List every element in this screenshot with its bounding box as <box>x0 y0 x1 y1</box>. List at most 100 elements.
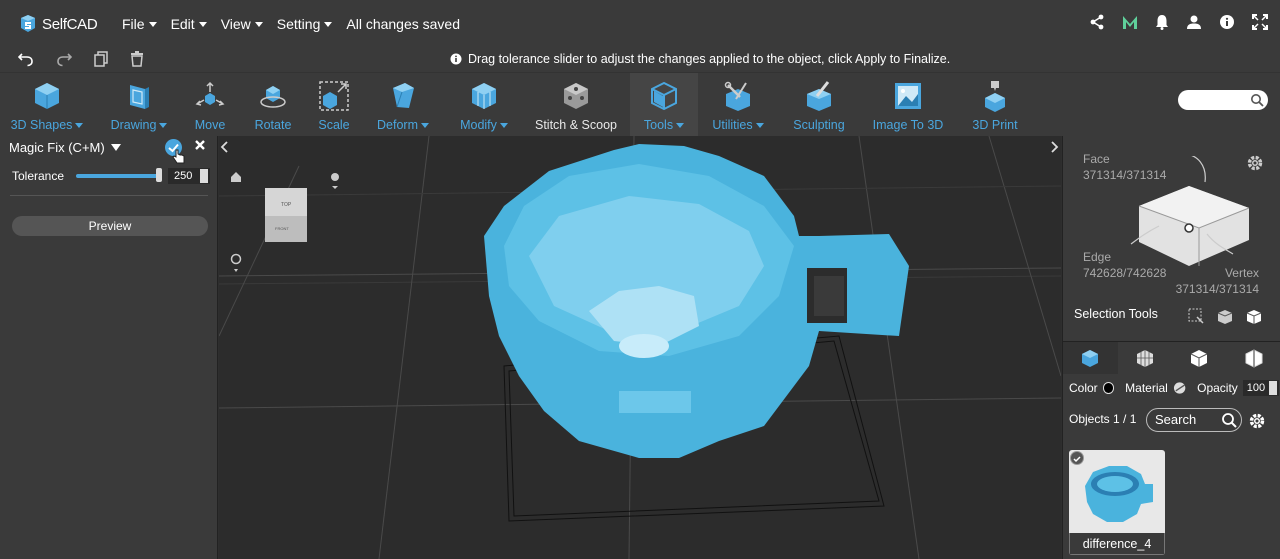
tolerance-slider-track[interactable] <box>76 174 160 178</box>
3d-print-icon <box>985 81 1005 112</box>
tool-utilities[interactable]: Utilities <box>708 73 768 137</box>
chevron-down-icon <box>75 122 84 128</box>
tab-face-mode[interactable] <box>1172 342 1227 374</box>
chevron-down-icon <box>755 122 764 128</box>
menu-view[interactable]: View <box>221 16 263 32</box>
color-swatch[interactable] <box>1102 382 1115 394</box>
selection-cube-diagram <box>1130 156 1250 266</box>
undo-icon[interactable] <box>18 51 34 67</box>
search-icon[interactable] <box>1250 93 1264 107</box>
toolbar-search-input[interactable] <box>1186 90 1256 110</box>
collapse-left-icon[interactable] <box>220 141 229 153</box>
tool-3d-shapes[interactable]: 3D Shapes <box>8 73 86 137</box>
tool-stitch-scoop[interactable]: Stitch & Scoop <box>530 73 622 137</box>
magic-fix-panel: Magic Fix (C+M) Tolerance 250 Preview <box>0 136 218 559</box>
panel-title[interactable]: Magic Fix (C+M) <box>9 140 121 155</box>
object-select-icon[interactable] <box>1245 308 1263 324</box>
tolerance-slider-handle[interactable] <box>156 168 162 182</box>
logo-text: SelfCAD <box>42 15 98 33</box>
share-icon[interactable] <box>1089 14 1105 30</box>
tool-deform[interactable]: Deform <box>370 73 436 137</box>
hand-cursor-icon <box>172 149 185 164</box>
box-select-icon[interactable] <box>1188 308 1204 324</box>
opacity-label: Opacity <box>1197 381 1238 395</box>
hint-message: Drag tolerance slider to adjust the chan… <box>450 52 950 66</box>
tab-mesh-mode[interactable] <box>1118 342 1173 374</box>
paint-select-icon[interactable] <box>1216 308 1234 324</box>
objects-count: Objects 1 / 1 <box>1069 412 1137 426</box>
tool-image-to-3d[interactable]: Image To 3D <box>866 73 950 137</box>
material-label: Material <box>1125 381 1168 395</box>
bell-icon[interactable] <box>1155 14 1169 30</box>
drawing-icon <box>130 85 149 109</box>
compass-icon[interactable] <box>230 253 242 273</box>
tool-3d-print[interactable]: 3D Print <box>964 73 1026 137</box>
fullscreen-icon[interactable] <box>1252 14 1268 30</box>
object-card[interactable]: difference_4 <box>1069 450 1165 555</box>
collapse-right-icon[interactable] <box>1050 141 1059 153</box>
user-icon[interactable] <box>1186 14 1202 30</box>
viewport-canvas[interactable]: TOP FRONT <box>219 136 1061 559</box>
color-label: Color <box>1069 381 1098 395</box>
spinner-icon[interactable] <box>200 169 208 183</box>
hint-text: Drag tolerance slider to adjust the chan… <box>468 52 951 66</box>
menu-bar: SelfCAD File Edit View Setting All chang… <box>0 0 1280 48</box>
chevron-down-icon <box>198 21 207 27</box>
cube-icon <box>35 83 59 109</box>
chevron-down-icon <box>148 21 157 27</box>
tool-sculpting[interactable]: Sculpting <box>788 73 850 137</box>
object-search-input[interactable]: Search <box>1146 408 1242 432</box>
save-status: All changes saved <box>346 16 461 32</box>
tab-edge-mode[interactable] <box>1227 342 1280 374</box>
tool-move[interactable]: Move <box>184 73 236 137</box>
triangle-down-icon <box>110 144 121 151</box>
tool-scale[interactable]: Scale <box>310 73 358 137</box>
copy-icon[interactable] <box>94 51 108 67</box>
info-icon[interactable] <box>1219 14 1235 30</box>
tool-modify[interactable]: Modify <box>452 73 516 137</box>
deform-icon <box>393 83 414 108</box>
search-icon[interactable] <box>1221 412 1237 428</box>
logo[interactable]: SelfCAD <box>18 14 108 34</box>
tool-tools[interactable]: Tools <box>630 73 698 137</box>
cup-model <box>484 144 909 458</box>
right-panel: Face 371314/371314 Edge 742628/742628 Ve… <box>1062 136 1280 559</box>
chevron-down-icon <box>420 122 429 128</box>
menu-file[interactable]: File <box>122 16 157 32</box>
trash-icon[interactable] <box>130 51 144 67</box>
home-icon[interactable] <box>231 172 241 182</box>
viewcube-front-label: FRONT <box>275 226 289 231</box>
action-bar: Drag tolerance slider to adjust the chan… <box>0 48 1280 72</box>
utilities-icon <box>724 81 750 111</box>
header-actions <box>1089 14 1268 30</box>
menu-setting[interactable]: Setting <box>277 16 333 32</box>
solid-cube-icon <box>1082 350 1099 367</box>
close-panel-button[interactable] <box>194 138 206 154</box>
makers-m-icon[interactable] <box>1122 14 1138 30</box>
stitch-scoop-icon <box>564 83 588 109</box>
tools-icon <box>651 81 677 111</box>
preview-button[interactable]: Preview <box>12 216 208 236</box>
opacity-field[interactable]: 100 <box>1242 380 1279 396</box>
chevron-down-icon <box>499 122 508 128</box>
tolerance-value-field[interactable]: 250 <box>168 168 210 184</box>
chevron-down-icon <box>324 21 333 27</box>
spinner-icon[interactable] <box>1269 381 1277 395</box>
view-cube[interactable]: TOP FRONT <box>265 188 307 242</box>
gear-icon[interactable] <box>1246 154 1264 172</box>
chevron-down-icon <box>254 21 263 27</box>
camera-orbit-icon[interactable] <box>331 173 339 189</box>
tool-drawing[interactable]: Drawing <box>104 73 174 137</box>
gear-icon[interactable] <box>1248 412 1266 430</box>
move-icon <box>195 81 225 106</box>
rotate-icon <box>260 86 286 108</box>
face-cube-icon <box>1191 350 1208 367</box>
object-name: difference_4 <box>1069 533 1165 555</box>
material-sphere-icon[interactable] <box>1173 381 1186 395</box>
sculpting-icon <box>807 81 831 111</box>
menu-edit[interactable]: Edit <box>171 16 207 32</box>
3d-viewport[interactable]: TOP FRONT <box>219 136 1061 559</box>
redo-icon[interactable] <box>56 51 72 67</box>
tab-object-mode[interactable] <box>1063 342 1118 374</box>
tool-rotate[interactable]: Rotate <box>246 73 300 137</box>
